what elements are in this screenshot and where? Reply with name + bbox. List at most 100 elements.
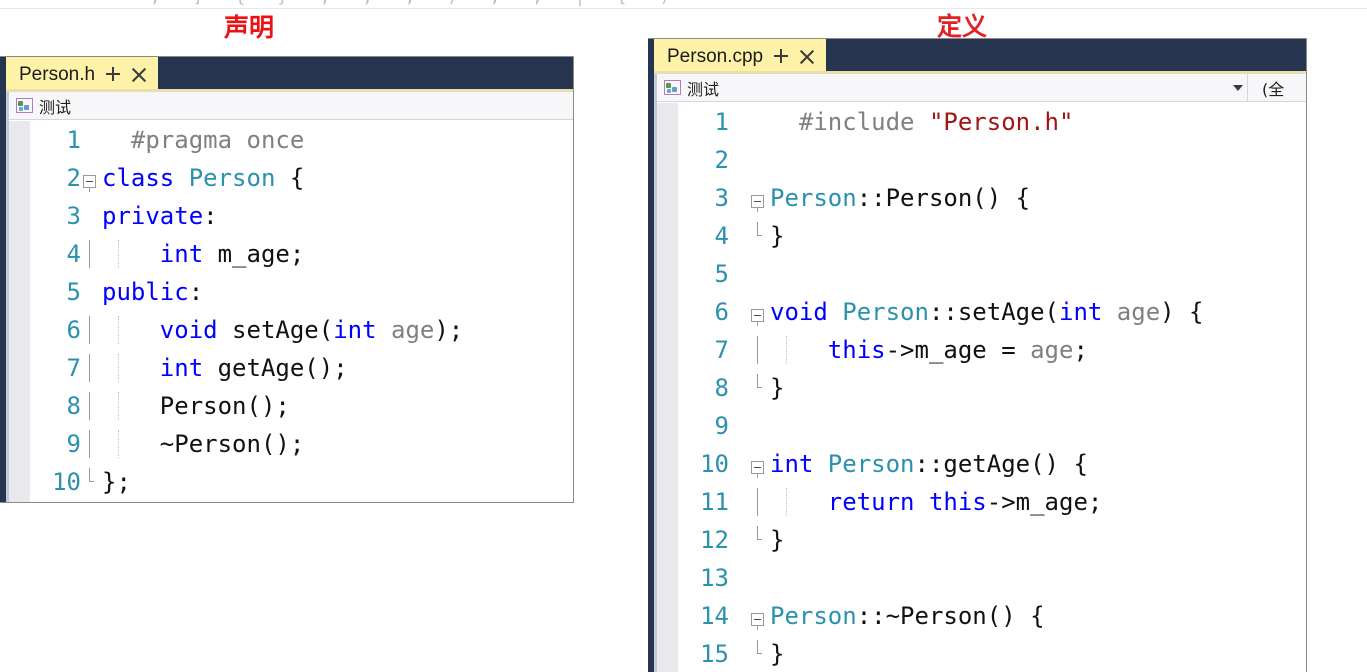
code-text: Person::Person() {	[751, 184, 1031, 212]
code-token: }	[770, 640, 785, 668]
line-number: 9	[714, 412, 729, 440]
code-line[interactable]: 7 this->m_age = age;	[678, 331, 1306, 369]
code-line[interactable]: 6 void setAge(int age);	[30, 311, 573, 349]
code-token: Person	[770, 602, 857, 630]
code-line[interactable]: 10 int Person::getAge() {	[678, 445, 1306, 483]
code-text: private:	[102, 202, 218, 230]
code-token: ::Person() {	[856, 184, 1031, 212]
code-line[interactable]: 5	[678, 255, 1306, 293]
pin-icon[interactable]	[774, 48, 789, 65]
close-icon[interactable]	[131, 67, 147, 83]
code-line[interactable]: 15}	[678, 635, 1306, 672]
code-line[interactable]: 13	[678, 559, 1306, 597]
code-token: public	[102, 278, 189, 306]
code-text: class Person {	[83, 164, 304, 192]
code-text: void Person::setAge(int age) {	[751, 298, 1204, 326]
code-line[interactable]: 9	[678, 407, 1306, 445]
outlining-guide	[757, 626, 758, 630]
collapse-minus-icon[interactable]	[83, 175, 96, 188]
code-line[interactable]: 14 Person::~Person() {	[678, 597, 1306, 635]
code-token: ::setAge(	[928, 298, 1059, 326]
code-line[interactable]: 4}	[678, 217, 1306, 255]
code-line[interactable]: 1 #pragma once	[30, 121, 573, 159]
outlining-guide	[89, 468, 94, 482]
tab-person-cpp[interactable]: Person.cpp	[654, 39, 827, 74]
code-area-person-cpp[interactable]: 1 #include "Person.h" 2 3 Person::Person() …	[678, 103, 1306, 672]
code-token: void	[159, 316, 233, 344]
code-text: Person::~Person() {	[751, 602, 1045, 630]
outlining-guide	[757, 336, 758, 364]
code-token: :	[203, 202, 218, 230]
code-line[interactable]: 12}	[678, 521, 1306, 559]
code-text: this->m_age = age;	[757, 336, 1088, 364]
code-text: int m_age;	[89, 240, 304, 268]
close-icon[interactable]	[799, 49, 815, 65]
code-token: int	[770, 450, 828, 478]
code-token: void	[770, 298, 843, 326]
code-line[interactable]: 11 return this->m_age;	[678, 483, 1306, 521]
line-number: 5	[66, 278, 81, 306]
line-number: 8	[66, 392, 81, 420]
code-line[interactable]: 2 class Person {	[30, 159, 573, 197]
indicator-margin-right[interactable]	[657, 103, 678, 672]
line-number: 7	[714, 336, 729, 364]
editor-body-right[interactable]: 1 #include "Person.h" 2 3 Person::Person() …	[657, 103, 1306, 672]
chevron-down-icon[interactable]	[1233, 84, 1243, 91]
code-token: Person();	[102, 392, 290, 420]
code-token: Person	[770, 184, 857, 212]
code-line[interactable]: 5 public:	[30, 273, 573, 311]
code-line[interactable]: 4 int m_age;	[30, 235, 573, 273]
code-line[interactable]: 9 ~Person();	[30, 425, 573, 463]
pin-icon[interactable]	[106, 66, 121, 83]
code-text: Person();	[89, 392, 290, 420]
indent-guide	[118, 354, 119, 382]
code-token: }	[770, 374, 785, 402]
collapse-minus-icon[interactable]	[751, 309, 764, 322]
outlining-guide	[757, 374, 762, 388]
code-token: #include	[798, 108, 929, 136]
code-token: ;	[1073, 336, 1088, 364]
scope-combo-right[interactable]: 测试	[657, 74, 1248, 101]
collapse-minus-icon[interactable]	[751, 195, 764, 208]
code-line[interactable]: 1 #include "Person.h"	[678, 103, 1306, 141]
code-line[interactable]: 8 Person();	[30, 387, 573, 425]
code-text: int getAge();	[89, 354, 348, 382]
code-line[interactable]: 6 void Person::setAge(int age) {	[678, 293, 1306, 331]
code-area-person-h[interactable]: 1 #pragma once 2 class Person {3 private: 4 …	[30, 121, 573, 502]
code-text: ~Person();	[89, 430, 305, 458]
indicator-margin-left[interactable]	[9, 121, 30, 502]
editor-body-left[interactable]: 1 #pragma once 2 class Person {3 private: 4 …	[9, 121, 573, 502]
code-token: ::~Person() {	[856, 602, 1045, 630]
code-token: ->m_age;	[986, 488, 1103, 516]
tab-person-h[interactable]: Person.h	[6, 57, 159, 92]
scope-combo-left[interactable]: 测试	[9, 92, 75, 119]
code-line[interactable]: 7 int getAge();	[30, 349, 573, 387]
member-combo-right[interactable]: (全	[1248, 74, 1306, 101]
code-token: int	[1059, 298, 1117, 326]
outlining-guide	[757, 208, 758, 212]
editor-window-person-cpp: Person.cpp 测试 (全 1 #include "Person.h" 2 3…	[648, 38, 1307, 672]
indent-guide	[118, 430, 119, 458]
code-text: #pragma once	[102, 126, 304, 154]
outlining-guide	[89, 316, 90, 344]
code-line[interactable]: 3 private:	[30, 197, 573, 235]
annotation-declaration: 声明	[224, 13, 275, 42]
code-line[interactable]: 8}	[678, 369, 1306, 407]
code-line[interactable]: 10};	[30, 463, 573, 501]
line-number: 15	[700, 640, 729, 668]
line-number: 6	[714, 298, 729, 326]
line-number: 3	[714, 184, 729, 212]
code-token: :	[188, 278, 204, 306]
code-token: ->m_age =	[885, 336, 1031, 364]
collapse-minus-icon[interactable]	[751, 613, 764, 626]
code-token: ~Person();	[102, 430, 305, 458]
code-line[interactable]: 3 Person::Person() {	[678, 179, 1306, 217]
code-token: Person	[188, 164, 276, 192]
line-number: 9	[66, 430, 81, 458]
collapse-minus-icon[interactable]	[751, 461, 764, 474]
outlining-guide	[89, 354, 90, 382]
code-text: }	[757, 526, 784, 554]
code-token: "Person.h"	[928, 108, 1074, 136]
code-line[interactable]: 2	[678, 141, 1306, 179]
